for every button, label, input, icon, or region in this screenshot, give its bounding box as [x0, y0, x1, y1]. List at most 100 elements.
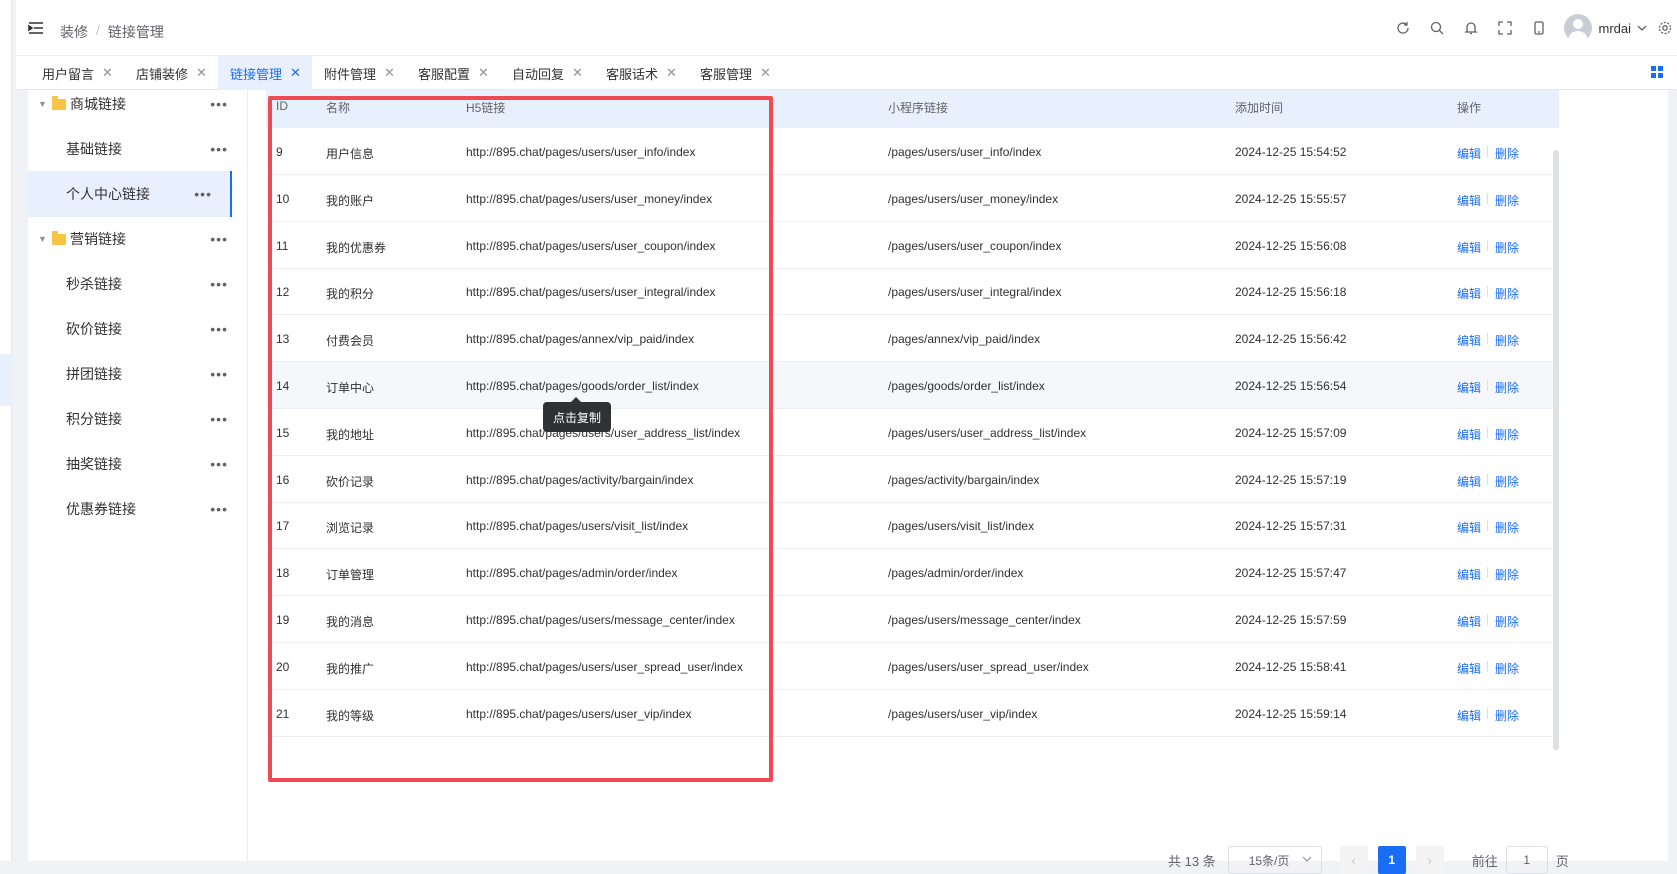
goto-page-input[interactable]: 1: [1505, 846, 1548, 874]
action-divider: [1487, 473, 1488, 485]
cell-mini-link[interactable]: /pages/annex/vip_paid/index: [888, 332, 1040, 346]
delete-link[interactable]: 删除: [1495, 519, 1519, 536]
edit-link[interactable]: 编辑: [1457, 192, 1481, 209]
cell-mini-link[interactable]: /pages/goods/order_list/index: [888, 379, 1045, 393]
page-size-select[interactable]: 15条/页: [1227, 846, 1322, 874]
next-page-button[interactable]: ›: [1415, 846, 1444, 874]
close-icon[interactable]: ✕: [572, 65, 583, 81]
more-icon[interactable]: •••: [210, 231, 228, 247]
close-icon[interactable]: ✕: [196, 65, 207, 81]
more-icon[interactable]: •••: [210, 96, 228, 112]
more-icon[interactable]: •••: [210, 456, 228, 472]
breadcrumb: 装修 / 链接管理: [60, 22, 164, 42]
more-icon[interactable]: •••: [210, 276, 228, 292]
tab-label: 用户留言: [42, 66, 95, 82]
menu-fold-icon[interactable]: [28, 20, 44, 36]
edit-link[interactable]: 编辑: [1457, 473, 1481, 490]
tab-attachment-management[interactable]: 附件管理 ✕: [312, 56, 406, 90]
delete-link[interactable]: 删除: [1495, 426, 1519, 443]
breadcrumb-item[interactable]: 装修: [60, 22, 88, 42]
more-icon[interactable]: •••: [210, 321, 228, 337]
edit-link[interactable]: 编辑: [1457, 566, 1481, 583]
cell-mini-link[interactable]: /pages/users/user_vip/index: [888, 707, 1037, 721]
more-icon[interactable]: •••: [210, 411, 228, 427]
highlight-box: [268, 96, 773, 782]
tree-node-personal-center-links[interactable]: 个人中心链接 •••: [28, 171, 232, 217]
cell-mini-link[interactable]: /pages/admin/order/index: [888, 566, 1023, 580]
close-icon[interactable]: ✕: [666, 65, 677, 81]
delete-link[interactable]: 删除: [1495, 613, 1519, 630]
tab-service-management[interactable]: 客服管理 ✕: [688, 56, 782, 90]
mobile-icon[interactable]: [1522, 21, 1556, 35]
tab-service-config[interactable]: 客服配置 ✕: [406, 56, 500, 90]
edit-link[interactable]: 编辑: [1457, 239, 1481, 256]
tree-node-basic-links[interactable]: 基础链接 •••: [28, 126, 248, 172]
vertical-scrollbar[interactable]: [1553, 150, 1559, 750]
cell-mini-link[interactable]: /pages/activity/bargain/index: [888, 473, 1039, 487]
tree-node-lottery-links[interactable]: 抽奖链接 •••: [28, 441, 248, 487]
prev-page-button[interactable]: ‹: [1339, 846, 1368, 874]
edit-link[interactable]: 编辑: [1457, 426, 1481, 443]
caret-down-icon[interactable]: ▼: [38, 234, 47, 244]
delete-link[interactable]: 删除: [1495, 707, 1519, 724]
more-icon[interactable]: •••: [210, 366, 228, 382]
edit-link[interactable]: 编辑: [1457, 707, 1481, 724]
search-icon[interactable]: [1420, 21, 1454, 35]
tab-service-scripts[interactable]: 客服话术 ✕: [594, 56, 688, 90]
username[interactable]: mrdai: [1598, 21, 1631, 36]
close-icon[interactable]: ✕: [478, 65, 489, 81]
delete-link[interactable]: 删除: [1495, 473, 1519, 490]
settings-icon[interactable]: [1653, 21, 1677, 35]
edit-link[interactable]: 编辑: [1457, 519, 1481, 536]
more-icon[interactable]: •••: [210, 141, 228, 157]
cell-mini-link[interactable]: /pages/users/message_center/index: [888, 613, 1081, 627]
chevron-down-icon[interactable]: [1631, 23, 1653, 33]
edit-link[interactable]: 编辑: [1457, 660, 1481, 677]
bell-icon[interactable]: [1454, 21, 1488, 35]
refresh-icon[interactable]: [1386, 21, 1420, 35]
edit-link[interactable]: 编辑: [1457, 145, 1481, 162]
close-icon[interactable]: ✕: [384, 65, 395, 81]
delete-link[interactable]: 删除: [1495, 145, 1519, 162]
cell-mini-link[interactable]: /pages/users/user_integral/index: [888, 285, 1061, 299]
tree-node-coupon-links[interactable]: 优惠券链接 •••: [28, 486, 248, 532]
close-icon[interactable]: ✕: [760, 65, 771, 81]
avatar[interactable]: [1564, 14, 1593, 42]
delete-link[interactable]: 删除: [1495, 379, 1519, 396]
close-icon[interactable]: ✕: [290, 65, 301, 81]
tree-node-mall-links[interactable]: ▼ 商城链接 •••: [28, 81, 248, 127]
tab-auto-reply[interactable]: 自动回复 ✕: [500, 56, 594, 90]
left-sidebar-strip: [0, 0, 12, 861]
delete-link[interactable]: 删除: [1495, 239, 1519, 256]
edit-link[interactable]: 编辑: [1457, 332, 1481, 349]
grid-menu-icon[interactable]: [1651, 66, 1663, 78]
edit-link[interactable]: 编辑: [1457, 379, 1481, 396]
cell-mini-link[interactable]: /pages/users/user_money/index: [888, 192, 1058, 206]
tree-node-marketing-links[interactable]: ▼ 营销链接 •••: [28, 216, 248, 262]
cell-time: 2024-12-25 15:56:18: [1235, 285, 1347, 300]
tree-node-group-links[interactable]: 拼团链接 •••: [28, 351, 248, 397]
tree-node-points-links[interactable]: 积分链接 •••: [28, 396, 248, 442]
fullscreen-icon[interactable]: [1488, 21, 1522, 35]
delete-link[interactable]: 删除: [1495, 566, 1519, 583]
cell-mini-link[interactable]: /pages/users/visit_list/index: [888, 519, 1034, 533]
edit-link[interactable]: 编辑: [1457, 285, 1481, 302]
cell-mini-link[interactable]: /pages/users/user_info/index: [888, 145, 1041, 159]
delete-link[interactable]: 删除: [1495, 285, 1519, 302]
cell-mini-link[interactable]: /pages/users/user_spread_user/index: [888, 660, 1089, 674]
caret-down-icon[interactable]: ▼: [38, 99, 47, 109]
cell-time: 2024-12-25 15:57:19: [1235, 472, 1347, 487]
page-number-current[interactable]: 1: [1377, 846, 1406, 874]
delete-link[interactable]: 删除: [1495, 192, 1519, 209]
more-icon[interactable]: •••: [210, 501, 228, 517]
delete-link[interactable]: 删除: [1495, 332, 1519, 349]
cell-mini-link[interactable]: /pages/users/user_coupon/index: [888, 239, 1061, 253]
tree-node-seckill-links[interactable]: 秒杀链接 •••: [28, 261, 248, 307]
cell-time: 2024-12-25 15:59:14: [1235, 706, 1347, 721]
cell-mini-link[interactable]: /pages/users/user_address_list/index: [888, 426, 1086, 440]
more-icon[interactable]: •••: [194, 186, 212, 202]
close-icon[interactable]: ✕: [102, 65, 113, 81]
tree-node-bargain-links[interactable]: 砍价链接 •••: [28, 306, 248, 352]
edit-link[interactable]: 编辑: [1457, 613, 1481, 630]
delete-link[interactable]: 删除: [1495, 660, 1519, 677]
